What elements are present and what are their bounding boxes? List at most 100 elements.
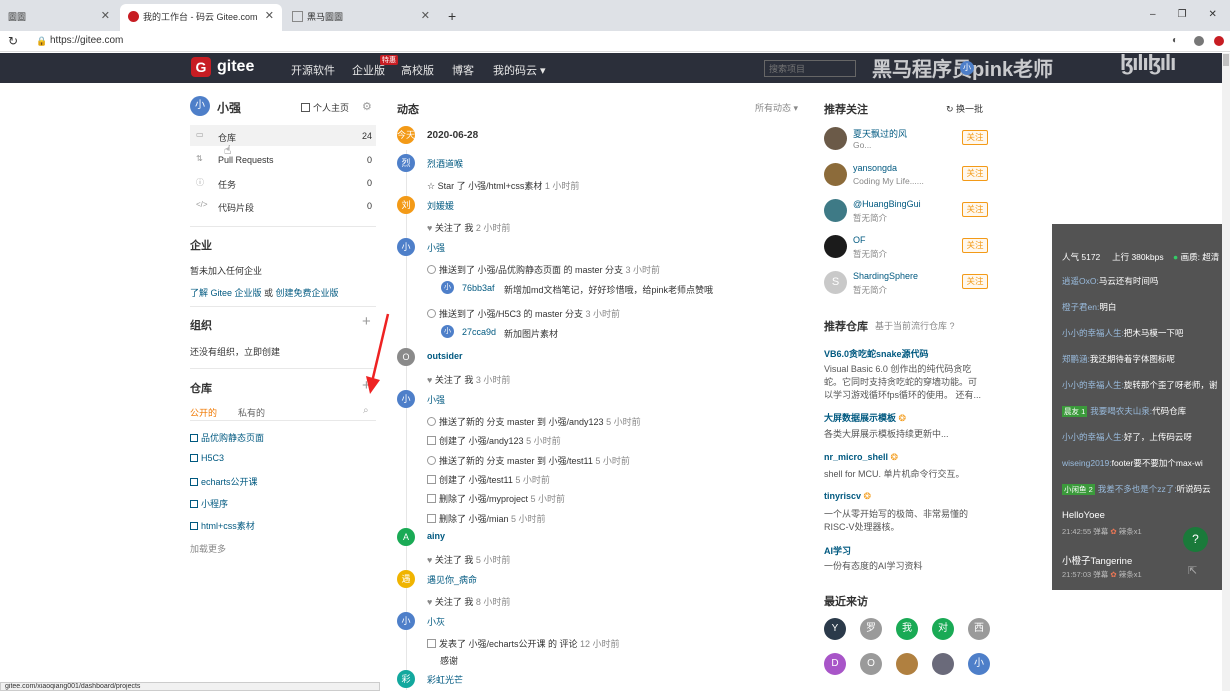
feed-user-name[interactable]: 刘媛媛 bbox=[427, 199, 454, 212]
external-link-icon[interactable]: ⇱ bbox=[1188, 564, 1197, 577]
repo-link[interactable]: 品优购静态页面 bbox=[190, 431, 264, 444]
avatar[interactable]: O bbox=[397, 348, 415, 366]
feed-user-name[interactable]: outsider bbox=[427, 351, 463, 361]
avatar[interactable] bbox=[824, 163, 847, 186]
recommended-repo-name[interactable]: 大屏数据展示模板 ❂ bbox=[824, 411, 906, 424]
avatar[interactable]: 小 bbox=[397, 390, 415, 408]
person-name[interactable]: yansongda bbox=[853, 163, 897, 173]
browser-tab[interactable]: 黑马圖圖 ✕ bbox=[284, 4, 438, 31]
avatar[interactable]: S bbox=[824, 271, 847, 294]
help-button[interactable]: ? bbox=[1183, 527, 1208, 552]
gift-meta: 21:42:55 弹幕 ✿ 辣条x1 bbox=[1062, 527, 1142, 536]
load-more-link[interactable]: 加载更多 bbox=[190, 542, 226, 555]
close-tab-icon[interactable]: ✕ bbox=[421, 9, 430, 22]
avatar[interactable]: 遇 bbox=[397, 570, 415, 588]
avatar[interactable]: 刘 bbox=[397, 196, 415, 214]
window-controls[interactable]: ‒❐✕ bbox=[1150, 9, 1230, 20]
recommended-repo-name[interactable]: AI学习 bbox=[824, 544, 851, 557]
avatar[interactable]: 彩 bbox=[397, 670, 415, 688]
search-input[interactable] bbox=[764, 60, 856, 77]
visitor-avatar[interactable] bbox=[896, 653, 918, 675]
feed-user-name[interactable]: 小强 bbox=[427, 241, 445, 254]
visitor-avatar[interactable]: 罗 bbox=[860, 618, 882, 640]
recommended-repo-name[interactable]: nr_micro_shell ❂ bbox=[824, 452, 898, 463]
visitor-avatar[interactable] bbox=[932, 653, 954, 675]
follow-button[interactable]: 关注 bbox=[962, 202, 988, 217]
repo-link[interactable]: 小程序 bbox=[190, 497, 228, 510]
browser-tab[interactable]: 圖圖 ✕ bbox=[0, 4, 118, 31]
feed-user-name[interactable]: 小强 bbox=[427, 393, 445, 406]
gear-icon[interactable]: ⚙ bbox=[362, 100, 372, 113]
user-name[interactable]: 小强 bbox=[217, 99, 241, 116]
follow-button[interactable]: 关注 bbox=[962, 274, 988, 289]
sidebar-item-pull-requests[interactable]: Pull Requests bbox=[218, 155, 274, 165]
person-name[interactable]: OF bbox=[853, 235, 866, 245]
reload-icon[interactable]: ↻ bbox=[8, 34, 18, 48]
maximize-icon[interactable]: ❐ bbox=[1178, 9, 1209, 20]
close-tab-icon[interactable]: ✕ bbox=[265, 9, 274, 22]
close-window-icon[interactable]: ✕ bbox=[1209, 9, 1230, 20]
extension-icon[interactable]: ◐ bbox=[1172, 35, 1178, 46]
scrollbar[interactable] bbox=[1222, 53, 1230, 691]
close-tab-icon[interactable]: ✕ bbox=[101, 9, 110, 22]
avatar[interactable] bbox=[824, 199, 847, 222]
browser-tab-active[interactable]: 我的工作台 - 码云 Gitee.com ✕ bbox=[120, 4, 282, 31]
tab-public[interactable]: 公开的 bbox=[190, 406, 217, 419]
feed-filter-dropdown[interactable]: 所有动态 ▾ bbox=[755, 101, 798, 114]
repo-link[interactable]: html+css素材 bbox=[190, 519, 255, 532]
visitor-avatar[interactable]: 我 bbox=[896, 618, 918, 640]
avatar[interactable]: A bbox=[397, 528, 415, 546]
commit-hash[interactable]: 76bb3af bbox=[462, 283, 495, 293]
commit-hash[interactable]: 27cca9d bbox=[462, 327, 496, 337]
visitor-avatar[interactable]: O bbox=[860, 653, 882, 675]
new-tab-button[interactable]: + bbox=[448, 8, 456, 24]
avatar[interactable] bbox=[824, 127, 847, 150]
org-empty[interactable]: 还没有组织，立即创建 bbox=[190, 345, 280, 358]
avatar[interactable]: 小 bbox=[397, 238, 415, 256]
learn-enterprise-link[interactable]: 了解 Gitee 企业版 bbox=[190, 288, 262, 298]
minimize-icon[interactable]: ‒ bbox=[1150, 9, 1178, 20]
feed-user-name[interactable]: ainy bbox=[427, 531, 445, 541]
logo-text[interactable]: gitee bbox=[217, 58, 254, 76]
refresh-button[interactable]: ↻ 换一批 bbox=[946, 102, 983, 115]
personal-home-link[interactable]: 个人主页 bbox=[301, 101, 349, 114]
profile-icon[interactable] bbox=[1194, 36, 1204, 46]
recommended-repo-name[interactable]: tinyriscv ❂ bbox=[824, 491, 871, 502]
repo-link[interactable]: echarts公开课 bbox=[190, 475, 258, 488]
feed-user-name[interactable]: 小灰 bbox=[427, 615, 445, 628]
avatar[interactable]: 小 bbox=[397, 612, 415, 630]
follow-button[interactable]: 关注 bbox=[962, 238, 988, 253]
visitor-avatar[interactable]: 对 bbox=[932, 618, 954, 640]
gitee-logo-icon[interactable]: G bbox=[191, 57, 211, 77]
feed-user-name[interactable]: 烈酒道喉 bbox=[427, 157, 463, 170]
sidebar-item-tasks[interactable]: 任务 bbox=[218, 178, 236, 191]
sidebar-item-snippets[interactable]: 代码片段 bbox=[218, 201, 254, 214]
gitee-extension-icon[interactable] bbox=[1214, 36, 1224, 46]
recommended-repo-name[interactable]: VB6.0贪吃蛇snake源代码 bbox=[824, 347, 929, 360]
nav-link-my-gitee[interactable]: 我的码云 ▾ bbox=[493, 62, 546, 78]
url-field[interactable]: https://gitee.com bbox=[50, 35, 123, 46]
nav-link-blog[interactable]: 博客 bbox=[452, 62, 474, 78]
feed-user-name[interactable]: 彩虹光芒 bbox=[427, 673, 463, 686]
visitor-avatar[interactable]: 西 bbox=[968, 618, 990, 640]
avatar[interactable]: 烈 bbox=[397, 154, 415, 172]
person-name[interactable]: @HuangBingGui bbox=[853, 199, 921, 209]
follow-button[interactable]: 关注 bbox=[962, 166, 988, 181]
avatar[interactable]: 小 bbox=[190, 96, 210, 116]
visitor-avatar[interactable]: Y bbox=[824, 618, 846, 640]
visitor-avatar[interactable]: D bbox=[824, 653, 846, 675]
feed-user-name[interactable]: 遇见你_病命 bbox=[427, 573, 477, 586]
search-icon[interactable]: ⌕ bbox=[363, 405, 369, 416]
follow-button[interactable]: 关注 bbox=[962, 130, 988, 145]
visitor-avatar[interactable]: 小 bbox=[968, 653, 990, 675]
user-avatar[interactable]: 小 bbox=[960, 61, 974, 75]
scrollbar-thumb[interactable] bbox=[1223, 54, 1229, 66]
nav-link-university[interactable]: 高校版 bbox=[401, 62, 434, 78]
person-name[interactable]: ShardingSphere bbox=[853, 271, 918, 281]
nav-link-open-source[interactable]: 开源软件 bbox=[291, 62, 335, 78]
tab-private[interactable]: 私有的 bbox=[238, 406, 265, 419]
avatar[interactable] bbox=[824, 235, 847, 258]
repo-link[interactable]: H5C3 bbox=[190, 453, 224, 463]
person-name[interactable]: 夏天飘过的风 bbox=[853, 127, 907, 140]
create-enterprise-link[interactable]: 创建免费企业版 bbox=[276, 288, 339, 298]
